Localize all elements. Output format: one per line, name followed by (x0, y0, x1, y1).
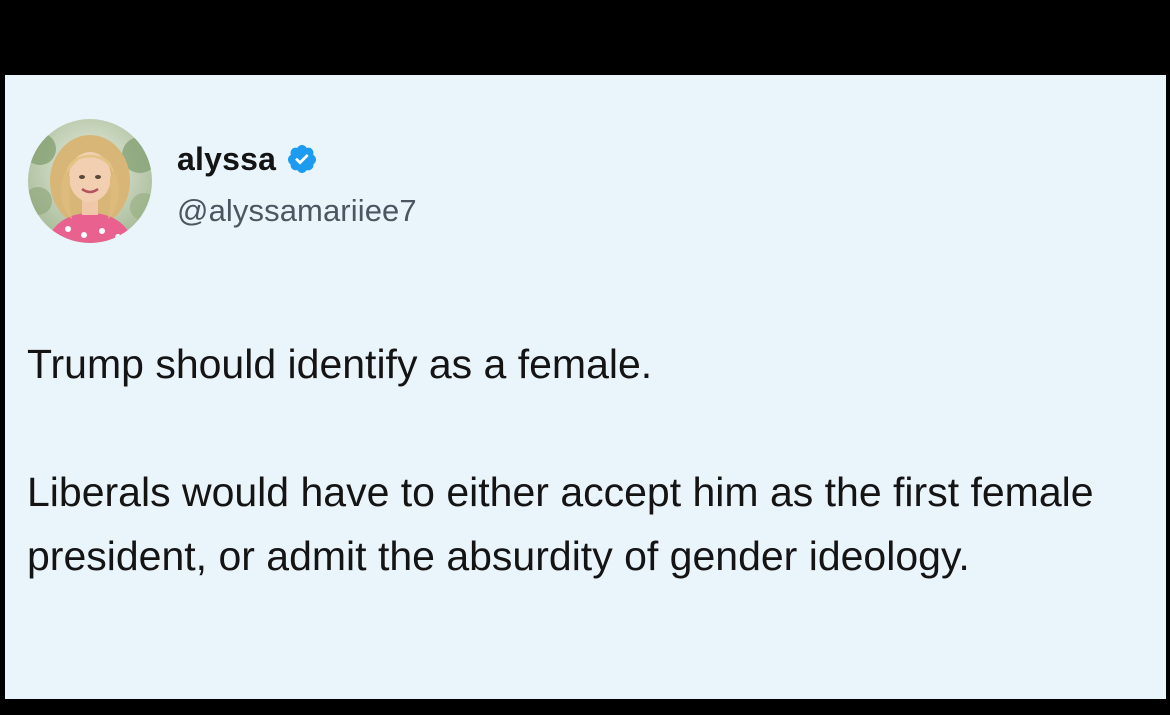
tweet-card: alyssa @alyssamariiee7 Trump should iden… (5, 75, 1166, 699)
verified-badge-icon[interactable] (286, 143, 318, 175)
tweet-paragraph-1: Trump should identify as a female. (27, 341, 653, 387)
tweet-text: Trump should identify as a female. Liber… (27, 332, 1137, 588)
author-name-row: alyssa (177, 139, 318, 179)
profile-photo-avatar-icon (28, 119, 152, 243)
avatar[interactable] (28, 119, 152, 243)
author-handle[interactable]: @alyssamariiee7 (177, 193, 417, 229)
author-display-name[interactable]: alyssa (177, 141, 276, 178)
tweet-paragraph-2: Liberals would have to either accept him… (27, 469, 1094, 579)
